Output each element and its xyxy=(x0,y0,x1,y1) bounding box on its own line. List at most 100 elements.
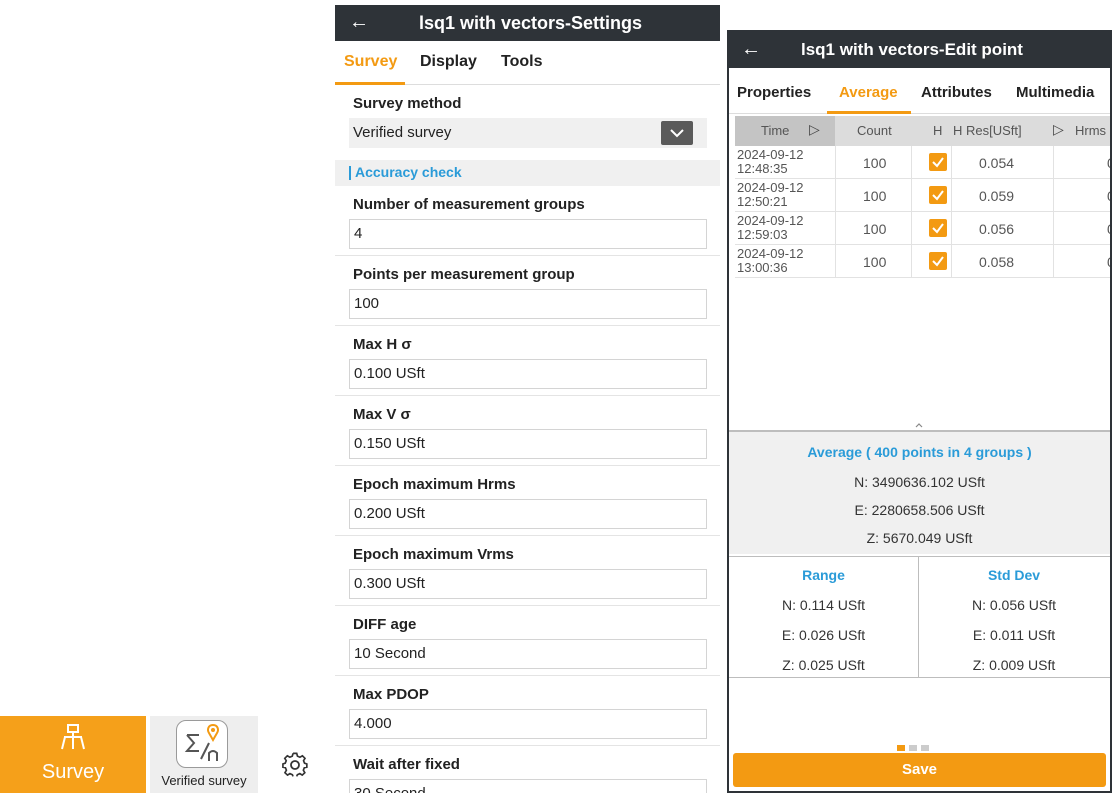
measurement-groups-label: Number of measurement groups xyxy=(353,196,585,213)
row-time-cell: 2024-09-12 12:48:35 xyxy=(737,148,825,178)
settings-panel: ← lsq1 with vectors-Settings Survey Disp… xyxy=(335,5,720,793)
row-hrms: 0 xyxy=(1107,188,1110,204)
points-per-group-input[interactable]: 100 xyxy=(349,289,707,319)
max-v-sigma-label: Max V σ xyxy=(353,406,411,423)
count-column-header[interactable]: Count xyxy=(857,123,892,138)
survey-method-select[interactable]: Verified survey xyxy=(349,118,707,148)
table-row[interactable]: 2024-09-1212:48:35 100 0.054 0 xyxy=(735,146,1110,179)
epoch-max-vrms-input[interactable]: 0.300 USft xyxy=(349,569,707,599)
average-heading: Average ( 400 points in 4 groups ) xyxy=(807,444,1032,460)
sigma-n-icon xyxy=(184,723,219,761)
diff-age-input[interactable]: 10 Second xyxy=(349,639,707,669)
accuracy-check-title: Accuracy check xyxy=(355,164,462,180)
sort-triangle-icon[interactable]: ▷ xyxy=(1053,121,1064,138)
groups-table: Time ▷ Count H H Res[USft] ▷ Hrms 2024-0… xyxy=(735,116,1110,284)
checkbox-checked-icon[interactable] xyxy=(929,219,947,237)
row-time: 12:59:03 xyxy=(737,227,788,242)
range-heading: Range xyxy=(802,567,845,583)
max-v-sigma-input[interactable]: 0.150 USft xyxy=(349,429,707,459)
wait-after-fixed-input[interactable]: 30 Second xyxy=(349,779,707,793)
survey-method-label: Survey method xyxy=(353,95,462,112)
table-row[interactable]: 2024-09-1212:59:03 100 0.056 0 xyxy=(735,212,1110,245)
table-header: Time ▷ Count H H Res[USft] ▷ Hrms xyxy=(735,116,1110,146)
tab-survey[interactable]: Survey xyxy=(344,53,397,71)
page-dot[interactable] xyxy=(909,745,917,751)
verified-survey-label: Verified survey xyxy=(161,773,247,788)
epoch-max-vrms-label: Epoch maximum Vrms xyxy=(353,546,514,563)
back-arrow-icon[interactable]: ← xyxy=(741,38,761,61)
stddev-z: Z: 0.009 USft xyxy=(972,657,1056,673)
tab-display[interactable]: Display xyxy=(420,53,477,71)
stddev-e: E: 0.011 USft xyxy=(972,627,1056,643)
save-button[interactable]: Save xyxy=(733,753,1106,787)
average-n: N: 3490636.102 USft xyxy=(854,474,985,490)
range-column: Range N: 0.114 USft E: 0.026 USft Z: 0.0… xyxy=(729,557,919,677)
checkbox-checked-icon[interactable] xyxy=(929,186,947,204)
epoch-max-hrms-label: Epoch maximum Hrms xyxy=(353,476,516,493)
max-pdop-label: Max PDOP xyxy=(353,686,429,703)
table-row[interactable]: 2024-09-1212:50:21 100 0.059 0 xyxy=(735,179,1110,212)
checkbox-checked-icon[interactable] xyxy=(929,252,947,270)
row-date: 2024-09-12 xyxy=(737,181,804,195)
max-h-sigma-label: Max H σ xyxy=(353,336,412,353)
row-hrms: 0 xyxy=(1107,221,1110,237)
measurement-groups-input[interactable]: 4 xyxy=(349,219,707,249)
edit-point-panel: ← lsq1 with vectors-Edit point Propertie… xyxy=(727,30,1112,793)
survey-pole-icon xyxy=(61,724,85,750)
page-dot-active[interactable] xyxy=(897,745,905,751)
section-marker xyxy=(349,166,351,180)
row-count: 100 xyxy=(863,188,887,204)
tab-properties[interactable]: Properties xyxy=(737,84,811,101)
row-date: 2024-09-12 xyxy=(737,148,804,162)
table-row[interactable]: 2024-09-1213:00:36 100 0.058 0 xyxy=(735,245,1110,278)
average-e: E: 2280658.506 USft xyxy=(854,502,985,518)
row-count: 100 xyxy=(863,155,887,171)
tab-tools[interactable]: Tools xyxy=(501,53,542,71)
sort-triangle-icon[interactable]: ▷ xyxy=(809,121,820,138)
edit-point-title: lsq1 with vectors-Edit point xyxy=(801,40,1023,59)
edit-point-tab-bar: Properties Average Attributes Multimedia xyxy=(729,68,1110,114)
max-h-sigma-input[interactable]: 0.100 USft xyxy=(349,359,707,389)
h-column-header[interactable]: H xyxy=(933,123,942,138)
time-column-header[interactable]: Time xyxy=(761,123,789,138)
row-date: 2024-09-12 xyxy=(737,247,804,261)
settings-title: lsq1 with vectors-Settings xyxy=(419,13,643,33)
row-hrms: 0 xyxy=(1107,155,1110,171)
points-per-group-label: Points per measurement group xyxy=(353,266,575,283)
average-z: Z: 5670.049 USft xyxy=(866,530,973,546)
checkbox-checked-icon[interactable] xyxy=(929,153,947,171)
row-date: 2024-09-12 xyxy=(737,214,804,228)
gear-icon[interactable] xyxy=(282,752,308,778)
row-time: 13:00:36 xyxy=(737,260,788,275)
tab-attributes[interactable]: Attributes xyxy=(921,84,992,101)
range-z: Z: 0.025 USft xyxy=(782,657,865,673)
tab-multimedia[interactable]: Multimedia xyxy=(1016,84,1094,101)
row-time-cell: 2024-09-12 12:50:21 xyxy=(737,181,825,211)
edit-point-app-bar: ← lsq1 with vectors-Edit point xyxy=(729,32,1110,68)
row-time: 12:48:35 xyxy=(737,161,788,176)
tab-average[interactable]: Average xyxy=(839,84,898,101)
settings-tab-bar: Survey Display Tools xyxy=(335,41,720,85)
stddev-heading: Std Dev xyxy=(987,567,1041,583)
range-e: E: 0.026 USft xyxy=(781,627,866,643)
epoch-max-hrms-input[interactable]: 0.200 USft xyxy=(349,499,707,529)
hres-column-header[interactable]: H Res[USft] xyxy=(953,123,1022,138)
page-dot[interactable] xyxy=(921,745,929,751)
verified-survey-button[interactable]: Verified survey xyxy=(150,716,258,793)
range-stddev-grid: Range N: 0.114 USft E: 0.026 USft Z: 0.0… xyxy=(729,556,1110,678)
chevron-down-icon[interactable] xyxy=(661,121,693,145)
row-hrms: 0 xyxy=(1107,254,1110,270)
survey-button[interactable]: Survey xyxy=(0,716,146,793)
back-arrow-icon[interactable]: ← xyxy=(349,11,369,34)
row-hres: 0.056 xyxy=(979,221,1015,237)
diff-age-label: DIFF age xyxy=(353,616,417,633)
active-tab-indicator xyxy=(827,111,911,114)
max-pdop-input[interactable]: 4.000 xyxy=(349,709,707,739)
row-hres: 0.054 xyxy=(979,155,1015,171)
page-indicator xyxy=(897,738,933,751)
wait-after-fixed-label: Wait after fixed xyxy=(353,756,460,773)
row-time: 12:50:21 xyxy=(737,194,788,209)
range-n: N: 0.114 USft xyxy=(781,597,865,613)
hrms-column-header[interactable]: Hrms xyxy=(1075,123,1106,138)
verified-survey-icon-frame xyxy=(176,720,228,768)
